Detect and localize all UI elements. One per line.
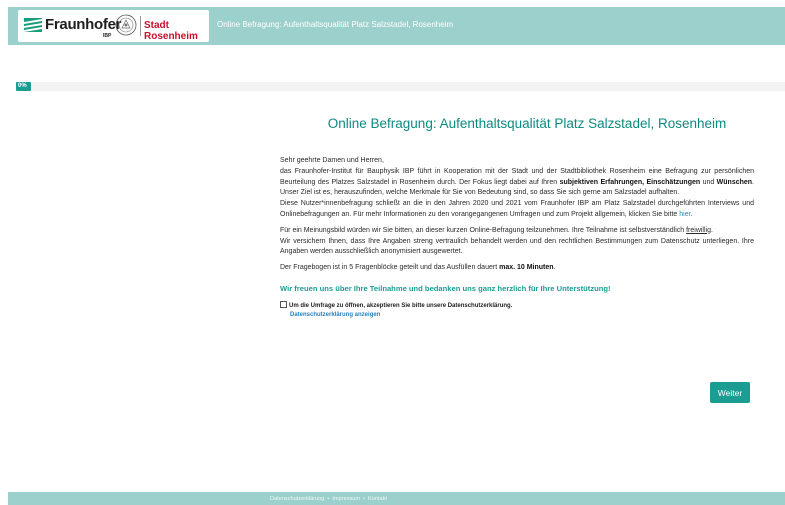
- footer-link-imprint[interactable]: Impressum: [332, 496, 360, 502]
- fraunhofer-logo-icon: [24, 18, 42, 32]
- survey-intro: Online Befragung: Aufenthaltsqualität Pl…: [280, 116, 754, 320]
- participation-paragraph: Für ein Meinungsbild würden wir Sie bitt…: [280, 226, 713, 234]
- city-seal-icon: [115, 14, 137, 36]
- thanks-message: Wir freuen uns über Ihre Teilnahme und b…: [280, 283, 611, 293]
- consent-block: Um die Umfrage zu öffnen, akzeptieren Si…: [280, 300, 754, 320]
- header-bar: Fraunhofer IBP Stadt Rosenheim Online Be…: [8, 7, 785, 45]
- logo-name: Fraunhofer: [45, 16, 122, 33]
- next-button[interactable]: Weiter: [710, 382, 750, 403]
- progress-bar: 0%: [16, 82, 785, 91]
- logo[interactable]: Fraunhofer IBP Stadt Rosenheim: [18, 10, 209, 42]
- greeting: Sehr geehrte Damen und Herren,: [280, 157, 384, 164]
- intro-text: Sehr geehrte Damen und Herren, das Fraun…: [280, 156, 754, 274]
- page-title: Online Befragung: Aufenthaltsqualität Pl…: [327, 116, 727, 131]
- header-title: Online Befragung: Aufenthaltsqualität Pl…: [217, 20, 454, 29]
- footer-separator: •: [327, 496, 330, 502]
- privacy-paragraph: Wir versichern Ihnen, dass Ihre Angaben …: [280, 237, 754, 256]
- consent-checkbox[interactable]: [280, 300, 287, 308]
- footer-link-privacy[interactable]: Datenschutzerklärung: [270, 496, 324, 502]
- logo-sub: IBP: [103, 33, 112, 39]
- project-paragraph: Diese Nutzer*innenbefragung schließt an …: [280, 200, 754, 218]
- duration-paragraph: Der Fragebogen ist in 5 Fragenblöcke get…: [280, 264, 556, 272]
- footer-links: Datenschutzerklärung • Impressum • Kontakt: [270, 496, 387, 502]
- logo-divider: [140, 16, 141, 36]
- progress-label: 0%: [18, 83, 27, 89]
- privacy-policy-link[interactable]: Datenschutzerklärung anzeigen: [280, 311, 754, 320]
- city-name: Stadt Rosenheim: [144, 20, 198, 42]
- footer-separator: •: [363, 496, 366, 502]
- footer-link-contact[interactable]: Kontakt: [368, 496, 387, 502]
- footer-bar: Datenschutzerklärung • Impressum • Kontakt: [8, 492, 785, 505]
- progress-fill: 0%: [16, 82, 31, 91]
- intro-paragraph: das Fraunhofer-Institut für Bauphysik IB…: [280, 167, 754, 197]
- more-info-link[interactable]: hier: [679, 211, 690, 218]
- consent-label: Um die Umfrage zu öffnen, akzeptieren Si…: [289, 302, 513, 309]
